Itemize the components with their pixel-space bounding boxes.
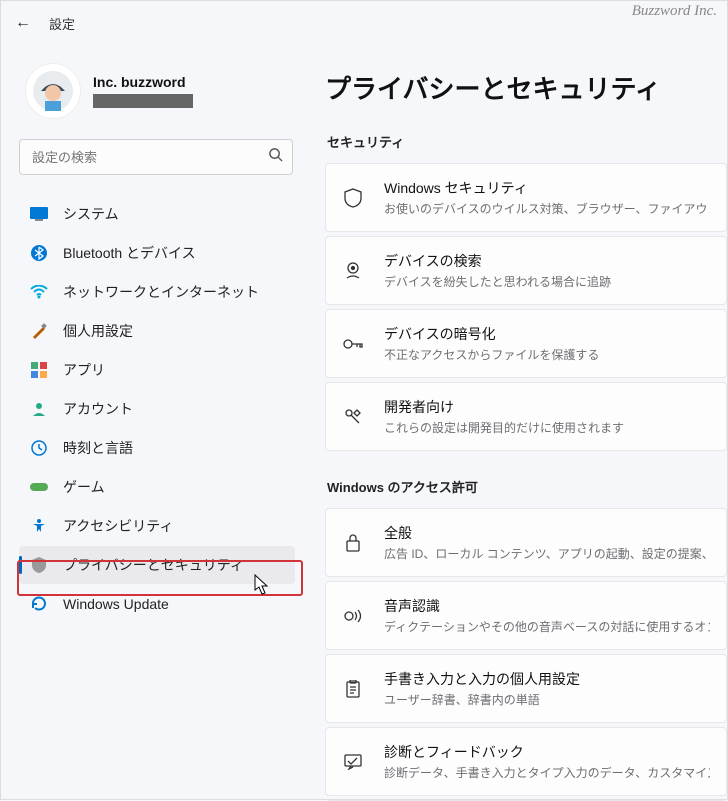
nav-windows-update[interactable]: Windows Update (19, 585, 295, 623)
update-icon (29, 594, 49, 614)
nav-label: 時刻と言語 (63, 438, 133, 458)
section-security-title: セキュリティ (327, 132, 727, 151)
card-general[interactable]: 全般広告 ID、ローカル コンテンツ、アプリの起動、設定の提案、生産性向上ツール (325, 508, 727, 577)
search-icon (268, 147, 283, 166)
profile-email-redacted (93, 94, 193, 108)
search-box[interactable] (19, 139, 293, 175)
brand-watermark: Buzzword Inc. (632, 3, 717, 20)
card-sub: ユーザー辞書、辞書内の単語 (384, 691, 710, 708)
profile-name: Inc. buzzword (93, 74, 193, 90)
back-icon[interactable]: ← (15, 14, 31, 32)
nav-personalization[interactable]: 個人用設定 (19, 312, 295, 350)
card-device-encryption[interactable]: デバイスの暗号化不正なアクセスからファイルを保護する (325, 309, 727, 378)
avatar (25, 63, 81, 119)
shield-outline-icon (342, 187, 364, 209)
card-title: Windows セキュリティ (384, 178, 710, 198)
card-sub: ディクテーションやその他の音声ベースの対話に使用するオンライン音声認識 (384, 618, 710, 635)
tools-icon (342, 406, 364, 428)
security-cards: Windows セキュリティお使いのデバイスのウイルス対策、ブラウザー、ファイア… (325, 163, 727, 451)
nav-accounts[interactable]: アカウント (19, 390, 295, 428)
wifi-icon (29, 282, 49, 302)
nav-network[interactable]: ネットワークとインターネット (19, 273, 295, 311)
section-permissions-title: Windows のアクセス許可 (327, 477, 727, 496)
card-title: デバイスの暗号化 (384, 324, 710, 344)
nav-bluetooth[interactable]: Bluetooth とデバイス (19, 234, 295, 272)
nav-label: システム (63, 204, 119, 224)
speech-icon (342, 605, 364, 627)
nav-system[interactable]: システム (19, 195, 295, 233)
bluetooth-icon (29, 243, 49, 263)
nav-apps[interactable]: アプリ (19, 351, 295, 389)
card-sub: 広告 ID、ローカル コンテンツ、アプリの起動、設定の提案、生産性向上ツール (384, 545, 710, 562)
nav-label: ゲーム (63, 477, 105, 497)
nav-accessibility[interactable]: アクセシビリティ (19, 507, 295, 545)
card-title: 診断とフィードバック (384, 742, 710, 762)
card-title: 全般 (384, 523, 710, 543)
accessibility-icon (29, 516, 49, 536)
system-icon (29, 204, 49, 224)
card-sub: 不正なアクセスからファイルを保護する (384, 346, 710, 363)
card-speech[interactable]: 音声認識ディクテーションやその他の音声ベースの対話に使用するオンライン音声認識 (325, 581, 727, 650)
location-icon (342, 260, 364, 282)
card-title: 開発者向け (384, 397, 710, 417)
nav-time-language[interactable]: 時刻と言語 (19, 429, 295, 467)
card-title: デバイスの検索 (384, 251, 710, 271)
card-find-device[interactable]: デバイスの検索デバイスを紛失したと思われる場合に追跡 (325, 236, 727, 305)
card-diagnostics[interactable]: 診断とフィードバック診断データ、手書き入力とタイプ入力のデータ、カスタマイズされ… (325, 727, 727, 796)
lock-icon (342, 532, 364, 554)
nav-label: 個人用設定 (63, 321, 133, 341)
permission-cards: 全般広告 ID、ローカル コンテンツ、アプリの起動、設定の提案、生産性向上ツール… (325, 508, 727, 801)
key-icon (342, 333, 364, 355)
search-input[interactable] (19, 139, 293, 175)
main-content: プライバシーとセキュリティ セキュリティ Windows セキュリティお使いのデ… (301, 45, 727, 801)
gamepad-icon (29, 477, 49, 497)
nav-label: アプリ (63, 360, 105, 380)
card-title: 音声認識 (384, 596, 710, 616)
profile-block[interactable]: Inc. buzzword (19, 55, 295, 133)
clock-icon (29, 438, 49, 458)
apps-icon (29, 360, 49, 380)
card-inking-typing[interactable]: 手書き入力と入力の個人用設定ユーザー辞書、辞書内の単語 (325, 654, 727, 723)
page-title: プライバシーとセキュリティ (325, 69, 727, 106)
titlebar: ← 設定 (1, 1, 727, 45)
feedback-icon (342, 751, 364, 773)
card-developer[interactable]: 開発者向けこれらの設定は開発目的だけに使用されます (325, 382, 727, 451)
card-title: 手書き入力と入力の個人用設定 (384, 669, 710, 689)
sidebar: Inc. buzzword システム Bluetooth とデバイス ネットワー… (1, 45, 301, 801)
nav-label: アカウント (63, 399, 133, 419)
nav-list: システム Bluetooth とデバイス ネットワークとインターネット 個人用設… (19, 195, 295, 623)
card-sub: デバイスを紛失したと思われる場合に追跡 (384, 273, 710, 290)
shield-icon (29, 555, 49, 575)
nav-label: アクセシビリティ (63, 516, 173, 536)
person-icon (29, 399, 49, 419)
nav-label: Windows Update (63, 596, 169, 612)
window-title: 設定 (49, 14, 75, 33)
nav-privacy-security[interactable]: プライバシーとセキュリティ (19, 546, 295, 584)
clipboard-icon (342, 678, 364, 700)
card-windows-security[interactable]: Windows セキュリティお使いのデバイスのウイルス対策、ブラウザー、ファイア… (325, 163, 727, 232)
card-sub: これらの設定は開発目的だけに使用されます (384, 419, 710, 436)
card-sub: お使いのデバイスのウイルス対策、ブラウザー、ファイアウォール、およびネットワーク… (384, 200, 710, 217)
brush-icon (29, 321, 49, 341)
card-sub: 診断データ、手書き入力とタイプ入力のデータ、カスタマイズされたエクスペリエンス (384, 764, 710, 781)
nav-label: Bluetooth とデバイス (63, 243, 196, 263)
nav-label: ネットワークとインターネット (63, 282, 259, 302)
nav-gaming[interactable]: ゲーム (19, 468, 295, 506)
nav-label: プライバシーとセキュリティ (63, 555, 244, 575)
